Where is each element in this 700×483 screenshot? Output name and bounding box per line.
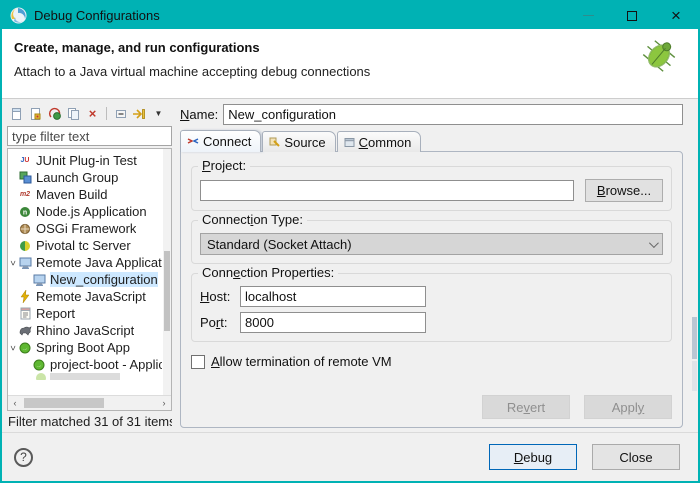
panel-vertical-scrollbar[interactable] (691, 99, 698, 432)
filter-status: Filter matched 31 of 31 items (7, 411, 172, 432)
debug-button[interactable]: Debug (489, 444, 577, 470)
scrollbar-thumb[interactable] (24, 398, 104, 408)
tree-item-spring-boot-app[interactable]: > Spring Boot App (8, 339, 171, 356)
remote-java-icon (18, 256, 32, 269)
scroll-right-icon[interactable]: › (157, 398, 171, 408)
tree-horizontal-scrollbar[interactable]: ‹ › (8, 395, 171, 410)
port-label: Port: (200, 315, 240, 330)
help-button[interactable]: ? (14, 448, 33, 467)
new-configuration-icon[interactable] (9, 106, 24, 121)
revert-button[interactable]: Revert (482, 395, 570, 419)
collapse-all-icon[interactable] (113, 106, 128, 121)
apply-button[interactable]: Apply (584, 395, 672, 419)
eclipse-app-icon (10, 7, 27, 24)
tree-rows: JU JUnit Plug-in Test Launch Group m2 Ma… (8, 149, 171, 395)
tree-vertical-scrollbar[interactable] (163, 149, 171, 395)
debug-configurations-dialog: Debug Configurations × Create, manage, a… (0, 0, 700, 483)
project-label: Project: (198, 158, 250, 173)
common-icon (344, 137, 355, 148)
tree-item-report[interactable]: Report (8, 305, 171, 322)
tree-item-remote-java-application[interactable]: > Remote Java Application (8, 254, 171, 271)
connection-type-group: Connection Type: Standard (Socket Attach… (191, 220, 672, 264)
name-input[interactable] (223, 104, 683, 125)
scroll-left-icon[interactable]: ‹ (8, 398, 22, 408)
tree-item-junit-plugin-test[interactable]: JU JUnit Plug-in Test (8, 152, 171, 169)
svg-text:n: n (23, 209, 27, 216)
tree-item-osgi-framework[interactable]: OSGi Framework (8, 220, 171, 237)
allow-termination-label: Allow termination of remote VM (211, 354, 392, 369)
duplicate-icon[interactable] (66, 106, 81, 121)
header-title: Create, manage, and run configurations (14, 40, 698, 55)
close-window-button[interactable]: × (654, 2, 698, 29)
lightning-icon (18, 290, 32, 303)
port-input[interactable] (240, 312, 426, 333)
allow-termination-checkbox[interactable] (191, 355, 205, 369)
view-menu-icon[interactable]: ▼ (151, 106, 166, 121)
configurations-sidebar: × ▼ JU JUnit Plug-in Test (2, 99, 172, 432)
dialog-content: × ▼ JU JUnit Plug-in Test (2, 99, 698, 432)
project-group: Project: Browse... (191, 166, 672, 211)
osgi-icon (18, 222, 32, 235)
filter-input[interactable] (7, 126, 172, 146)
tree-item-pivotal-tc-server[interactable]: Pivotal tc Server (8, 237, 171, 254)
dialog-footer: ? Debug Close (2, 432, 698, 481)
launch-group-icon (18, 171, 32, 184)
remote-java-icon (32, 273, 46, 286)
header-subtitle: Attach to a Java virtual machine accepti… (14, 64, 698, 79)
report-icon (18, 307, 32, 320)
host-label: Host: (200, 289, 240, 304)
tree-item-remote-javascript[interactable]: Remote JavaScript (8, 288, 171, 305)
configuration-editor: Name: Connect Source Common (178, 99, 691, 432)
maximize-button[interactable] (610, 2, 654, 29)
project-input[interactable] (200, 180, 574, 201)
connection-type-select[interactable]: Standard (Socket Attach) (200, 233, 663, 255)
connection-type-label: Connection Type: (198, 212, 307, 227)
tree-item-project-boot[interactable]: project-boot - Application (8, 356, 171, 373)
new-prototype-icon[interactable] (28, 106, 43, 121)
tree-item-rhino-javascript[interactable]: Rhino JavaScript (8, 322, 171, 339)
tree-item-new-configuration[interactable]: New_configuration (8, 271, 171, 288)
tree-item-clipped (8, 373, 171, 380)
chevron-down-icon[interactable]: > (8, 258, 18, 268)
connect-icon (187, 136, 199, 147)
tab-connect[interactable]: Connect (180, 130, 261, 152)
nodejs-icon: n (18, 205, 32, 218)
sidebar-toolbar: × ▼ (7, 103, 172, 124)
junit-icon: JU (18, 154, 32, 167)
debug-bug-icon (636, 31, 682, 81)
pivotal-icon (18, 239, 32, 252)
chevron-down-icon (649, 238, 659, 248)
tab-source[interactable]: Source (262, 131, 335, 152)
chevron-down-icon[interactable]: > (8, 343, 18, 353)
tab-bar: Connect Source Common (180, 130, 683, 152)
delete-icon[interactable]: × (85, 106, 100, 121)
spring-boot-icon (32, 358, 46, 371)
connection-properties-label: Connection Properties: (198, 265, 338, 280)
source-icon (269, 137, 280, 148)
dialog-header: Create, manage, and run configurations A… (2, 29, 698, 99)
filter-configurations-icon[interactable] (132, 106, 147, 121)
browse-button[interactable]: Browse... (585, 179, 663, 202)
titlebar: Debug Configurations × (2, 2, 698, 29)
close-button[interactable]: Close (592, 444, 680, 470)
minimize-button[interactable] (566, 2, 610, 29)
maven-icon: m2 (18, 188, 32, 201)
window-title: Debug Configurations (34, 8, 566, 23)
host-input[interactable] (240, 286, 426, 307)
rhino-icon (18, 324, 32, 337)
tree-item-nodejs-application[interactable]: n Node.js Application (8, 203, 171, 220)
tree-item-launch-group[interactable]: Launch Group (8, 169, 171, 186)
spring-boot-icon (18, 341, 32, 354)
export-configurations-icon[interactable] (47, 106, 62, 121)
tree-item-maven-build[interactable]: m2 Maven Build (8, 186, 171, 203)
name-label: Name: (180, 107, 218, 122)
connect-tab-panel: Project: Browse... Connection Type: Stan… (180, 151, 683, 428)
tab-common[interactable]: Common (337, 131, 422, 152)
configurations-tree: JU JUnit Plug-in Test Launch Group m2 Ma… (7, 148, 172, 411)
toolbar-separator (106, 107, 107, 120)
connection-properties-group: Connection Properties: Host: Port: (191, 273, 672, 342)
